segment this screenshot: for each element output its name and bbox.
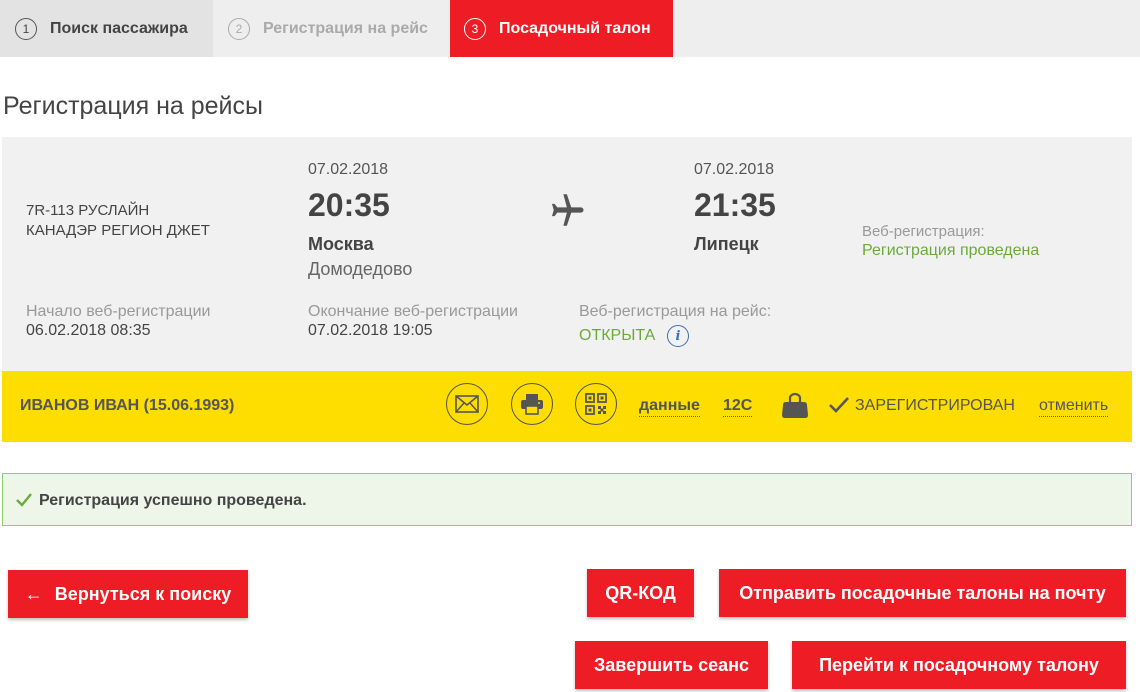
airline-info: 7R-113 РУСЛАЙН КАНАДЭР РЕГИОН ДЖЕТ: [26, 201, 210, 241]
checkin-open-label: Веб-регистрация на рейс:: [579, 303, 772, 320]
passenger-data-link[interactable]: данные: [639, 397, 700, 417]
qr-code-icon: [585, 393, 607, 415]
step-boarding-pass[interactable]: 3 Посадочный талон: [450, 0, 673, 57]
qr-code-button[interactable]: [575, 383, 617, 425]
checkin-end-value: 07.02.2018 19:05: [308, 322, 433, 339]
arrow-left-icon: ←: [24, 583, 43, 604]
step-label: Поиск пассажира: [50, 19, 188, 37]
qr-code-action-button[interactable]: QR-КОД: [587, 569, 694, 617]
step-number: 1: [15, 17, 37, 40]
step-passenger-search[interactable]: 1 Поиск пассажира: [0, 0, 213, 57]
departure-time: 20:35: [308, 187, 390, 223]
success-alert: Регистрация успешно проведена.: [2, 473, 1132, 526]
arrival-time: 21:35: [694, 187, 776, 223]
go-to-boarding-pass-button[interactable]: Перейти к посадочному талону: [792, 641, 1126, 689]
airplane-icon: [545, 189, 587, 231]
departure-city: Москва: [308, 234, 374, 254]
email-button[interactable]: [446, 383, 488, 425]
web-checkin-status: Регистрация проведена: [862, 242, 1040, 259]
arrival-date: 07.02.2018: [694, 161, 775, 178]
passenger-row: ИВАНОВ ИВАН (15.06.1993) данные 12C ЗАРЕ…: [2, 371, 1132, 442]
checkin-end-label: Окончание веб-регистрации: [308, 303, 518, 320]
passenger-name: ИВАНОВ ИВАН (15.06.1993): [20, 397, 235, 414]
checkin-start-value: 06.02.2018 08:35: [26, 322, 151, 339]
back-to-search-button[interactable]: ← Вернуться к поиску: [8, 570, 248, 618]
checkin-open-status: ОТКРЫТА: [579, 327, 656, 344]
flight-card: 7R-113 РУСЛАЙН КАНАДЭР РЕГИОН ДЖЕТ 07.02…: [2, 137, 1132, 371]
button-label: Вернуться к поиску: [54, 583, 232, 604]
flight-number: 7R-113 РУСЛАЙН: [26, 202, 150, 219]
end-session-button[interactable]: Завершить сеанс: [575, 641, 768, 689]
info-icon[interactable]: i: [667, 325, 689, 347]
step-number: 3: [464, 17, 486, 40]
seat-link[interactable]: 12C: [723, 397, 753, 417]
baggage-icon[interactable]: [780, 391, 810, 419]
checkin-steps: 1 Поиск пассажира 2 Регистрация на рейс …: [0, 0, 1140, 57]
success-message: Регистрация успешно проведена.: [39, 492, 307, 509]
departure-date: 07.02.2018: [308, 161, 389, 178]
registration-status: ЗАРЕГИСТРИРОВАН: [855, 397, 1015, 414]
step-number: 2: [228, 17, 250, 40]
page-title: Регистрация на рейсы: [3, 92, 263, 120]
send-boarding-passes-button[interactable]: Отправить посадочные талоны на почту: [719, 569, 1126, 617]
step-label: Регистрация на рейс: [263, 19, 428, 37]
web-checkin-label: Веб-регистрация:: [862, 223, 985, 240]
checkin-start-label: Начало веб-регистрации: [26, 303, 211, 320]
envelope-icon: [455, 395, 479, 413]
printer-icon: [521, 394, 543, 415]
checkmark-icon: [15, 491, 33, 509]
checkmark-icon: [828, 393, 850, 417]
arrival-city: Липецк: [694, 234, 759, 254]
print-button[interactable]: [511, 383, 553, 425]
step-flight-checkin[interactable]: 2 Регистрация на рейс: [213, 0, 450, 57]
cancel-registration-link[interactable]: отменить: [1039, 397, 1109, 417]
step-label: Посадочный талон: [499, 19, 651, 37]
departure-airport: Домодедово: [308, 259, 413, 279]
aircraft-type: КАНАДЭР РЕГИОН ДЖЕТ: [26, 222, 210, 239]
